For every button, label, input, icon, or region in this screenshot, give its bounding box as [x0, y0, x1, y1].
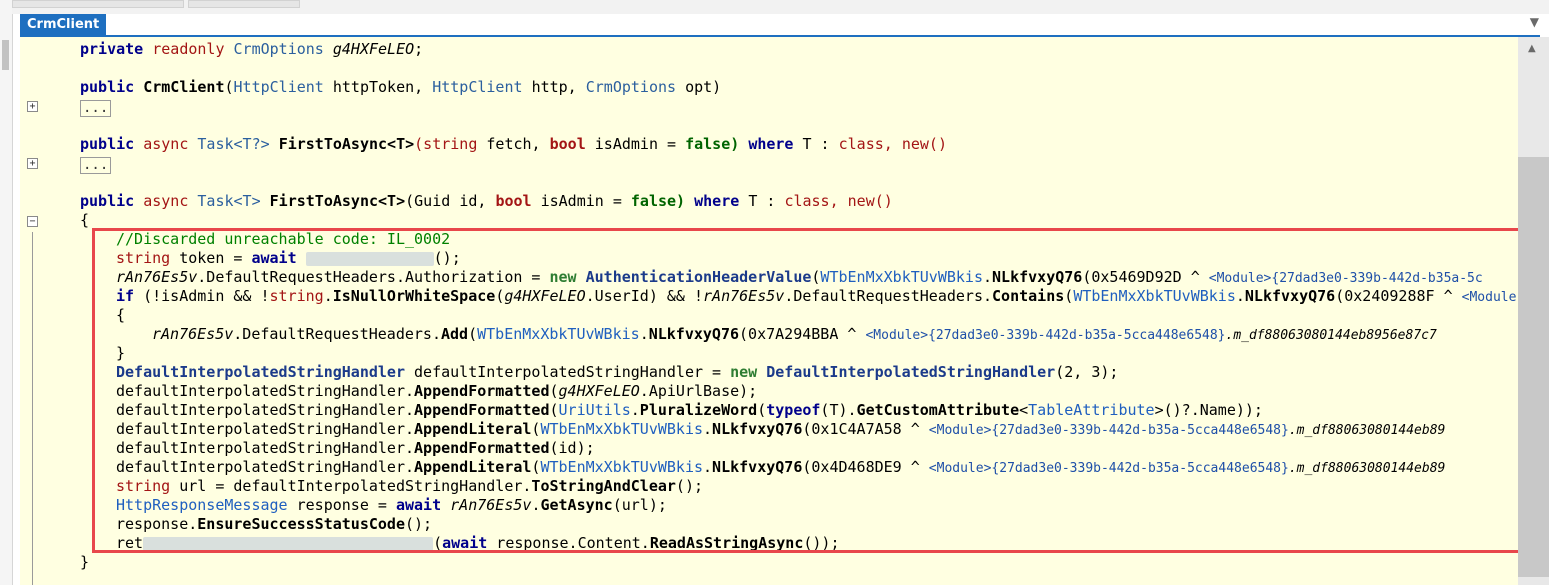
top-tab-strip — [12, 0, 1549, 14]
code-line[interactable]: DefaultInterpolatedStringHandler default… — [116, 363, 1118, 382]
code-line[interactable]: public async Task<T> FirstToAsync<T>(Gui… — [80, 192, 893, 211]
code-line[interactable]: public async Task<T?> FirstToAsync<T>(st… — [80, 135, 947, 154]
code-line[interactable]: response.EnsureSuccessStatusCode(); — [116, 515, 432, 534]
left-scrollbar[interactable] — [0, 0, 13, 585]
collapsed-region[interactable]: ... — [80, 155, 112, 174]
code-line[interactable]: public CrmClient(HttpClient httpToken, H… — [80, 78, 721, 97]
code-line[interactable]: if (!isAdmin && !string.IsNullOrWhiteSpa… — [116, 287, 1516, 306]
expand-fold-icon[interactable]: + — [27, 101, 38, 112]
inactive-tab[interactable] — [12, 0, 184, 8]
redacted-blur — [305, 251, 434, 266]
vertical-scrollbar-thumb[interactable] — [1518, 157, 1549, 577]
inactive-tab[interactable] — [188, 0, 300, 8]
code-line[interactable]: defaultInterpolatedStringHandler.AppendF… — [116, 382, 757, 401]
expand-fold-icon[interactable]: + — [27, 158, 38, 169]
code-line[interactable]: ret (await response.Content.ReadAsStringA… — [116, 534, 840, 553]
code-line[interactable]: defaultInterpolatedStringHandler.AppendL… — [116, 420, 1445, 439]
code-line[interactable]: } — [116, 344, 125, 363]
collapsed-region[interactable]: ... — [80, 98, 112, 117]
code-line[interactable]: { — [80, 211, 89, 230]
code-line[interactable]: rAn76Es5v.DefaultRequestHeaders.Add(WTbE… — [152, 325, 1437, 344]
code-line[interactable]: string url = defaultInterpolatedStringHa… — [116, 477, 703, 496]
redacted-blur — [143, 536, 434, 551]
code-line[interactable]: private readonly CrmOptions g4HXFeLEO; — [80, 40, 423, 59]
tab-crmclient[interactable]: CrmClient — [20, 14, 107, 35]
code-line[interactable]: defaultInterpolatedStringHandler.AppendL… — [116, 458, 1445, 477]
collapsed-ellipsis[interactable]: ... — [80, 157, 112, 174]
code-line[interactable]: rAn76Es5v.DefaultRequestHeaders.Authoriz… — [116, 268, 1483, 287]
code-line[interactable]: HttpResponseMessage response = await rAn… — [116, 496, 667, 515]
collapse-fold-icon[interactable]: − — [27, 216, 38, 227]
code-line[interactable]: defaultInterpolatedStringHandler.AppendF… — [116, 401, 1263, 420]
tab-list-dropdown-icon[interactable]: ▼ — [1530, 15, 1539, 29]
code-line[interactable]: defaultInterpolatedStringHandler.AppendF… — [116, 439, 595, 458]
scroll-up-icon[interactable]: ▲ — [1528, 43, 1536, 54]
fold-guide-line — [32, 232, 33, 585]
left-scrollbar-thumb[interactable] — [2, 40, 9, 70]
collapsed-ellipsis[interactable]: ... — [80, 100, 112, 117]
code-line[interactable]: } — [80, 553, 89, 572]
code-line[interactable]: string token = await (); — [116, 249, 461, 268]
code-line[interactable]: //Discarded unreachable code: IL_0002 — [116, 230, 450, 249]
code-line[interactable]: { — [116, 306, 125, 325]
vertical-scrollbar[interactable]: ▲ — [1518, 37, 1549, 585]
